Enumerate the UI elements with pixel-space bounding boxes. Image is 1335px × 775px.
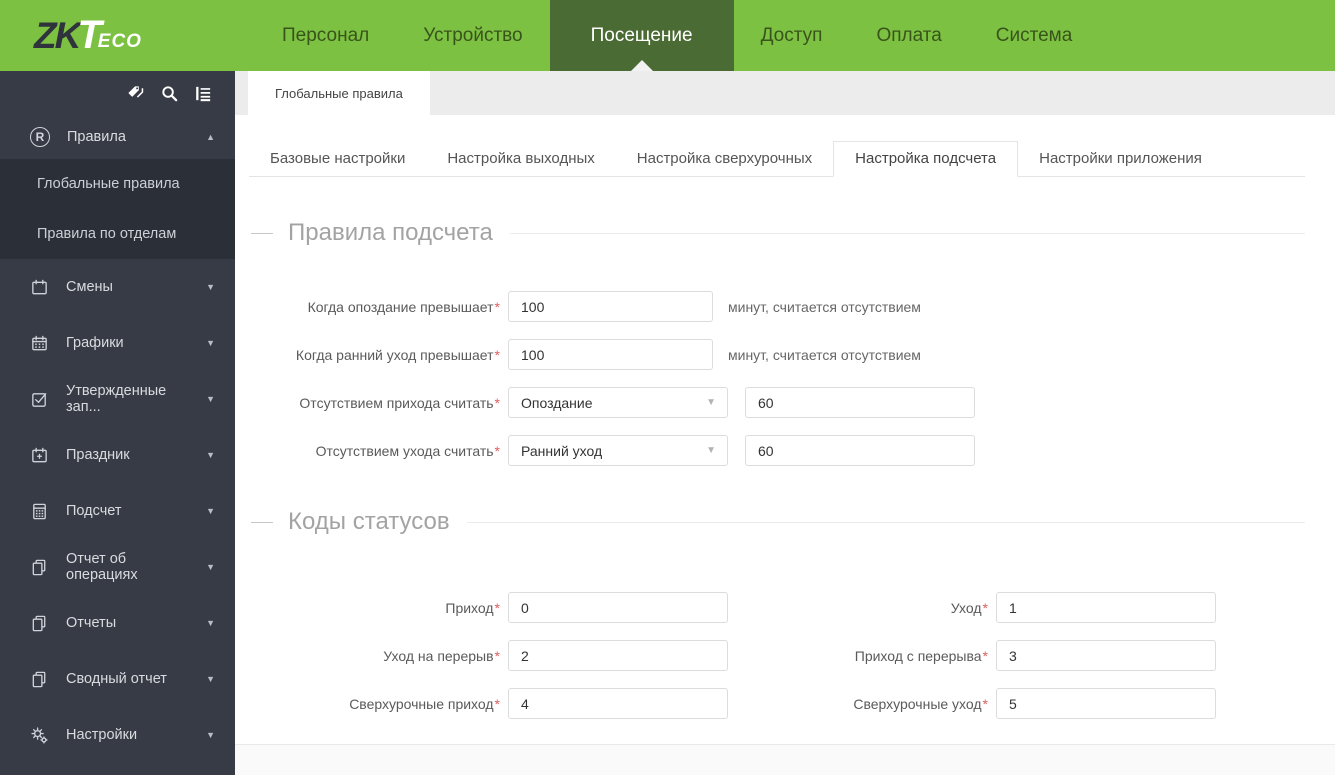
zkteco-logo: ZK T ECO xyxy=(0,0,235,71)
chevron-down-icon: ▼ xyxy=(706,397,716,408)
calculator-icon xyxy=(33,503,46,519)
required-asterisk: * xyxy=(494,346,500,363)
checkin-code-input[interactable] xyxy=(508,592,728,623)
report-pages-icon xyxy=(32,615,46,631)
form-row-no-checkin: Отсутствием прихода считать* Опоздание ▼ xyxy=(235,387,1335,418)
report-pages-icon xyxy=(32,671,46,687)
content-area: Базовые настройки Настройка выходных Нас… xyxy=(235,115,1335,775)
sidebar-item-holiday[interactable]: Праздник ▼ xyxy=(0,427,235,483)
section-title-calc-rules: Правила подсчета xyxy=(251,219,1305,247)
required-asterisk: * xyxy=(494,394,500,411)
subtab-weekend-settings[interactable]: Настройка выходных xyxy=(426,142,615,176)
list-panel-icon[interactable] xyxy=(194,84,213,103)
sidebar-item-summary-report[interactable]: Сводный отчет ▼ xyxy=(0,651,235,707)
section-title-status-codes: Коды статусов xyxy=(251,508,1305,536)
break-out-code-input[interactable] xyxy=(508,640,728,671)
chevron-down-icon: ▼ xyxy=(206,338,215,348)
logo-text-zk: ZK xyxy=(34,14,81,56)
sidebar-item-global-rules[interactable]: Глобальные правила xyxy=(0,159,235,209)
main-nav: Персонал Устройство Посещение Доступ Опл… xyxy=(255,0,1099,71)
subtab-calculation-settings[interactable]: Настройка подсчета xyxy=(833,141,1019,177)
subtab-basic-settings[interactable]: Базовые настройки xyxy=(249,142,426,176)
chevron-down-icon: ▼ xyxy=(206,394,215,404)
checkout-code-input[interactable] xyxy=(996,592,1216,623)
active-tab-pointer xyxy=(630,60,653,71)
report-pages-icon xyxy=(32,559,46,575)
chevron-down-icon: ▼ xyxy=(206,506,215,516)
no-checkout-select[interactable]: Ранний уход ▼ xyxy=(508,435,728,466)
required-asterisk: * xyxy=(494,298,500,315)
nav-item-system[interactable]: Система xyxy=(969,0,1100,71)
calendar-plus-icon xyxy=(32,447,47,462)
overtime-out-code-input[interactable] xyxy=(996,688,1216,719)
subtab-app-settings[interactable]: Настройки приложения xyxy=(1018,142,1223,176)
no-checkin-select[interactable]: Опоздание ▼ xyxy=(508,387,728,418)
logo-text-t: T xyxy=(77,13,101,57)
chevron-down-icon: ▼ xyxy=(206,730,215,740)
nav-item-access[interactable]: Доступ xyxy=(734,0,850,71)
sidebar-item-department-rules[interactable]: Правила по отделам xyxy=(0,209,235,259)
form-row-late-exceeds: Когда опоздание превышает* минут, считае… xyxy=(235,291,1335,322)
top-header: ZK T ECO Персонал Устройство Посещение Дос… xyxy=(0,0,1335,71)
sidebar-item-rules[interactable]: R Правила ▲ xyxy=(0,115,235,159)
sidebar-item-reports[interactable]: Отчеты ▼ xyxy=(0,595,235,651)
calendar-icon xyxy=(32,279,47,294)
chevron-down-icon: ▼ xyxy=(206,562,215,572)
nav-item-attendance[interactable]: Посещение xyxy=(549,0,734,71)
sidebar: R Правила ▲ Глобальные правила Правила п… xyxy=(0,71,235,775)
sidebar-item-settings[interactable]: Настройки ▼ xyxy=(0,707,235,763)
overtime-in-code-input[interactable] xyxy=(508,688,728,719)
sidebar-item-approved-requests[interactable]: Утвержденные зап... ▼ xyxy=(0,371,235,427)
sidebar-item-transaction-report[interactable]: Отчет об операциях ▼ xyxy=(0,539,235,595)
chevron-down-icon: ▼ xyxy=(206,674,215,684)
early-leave-exceeds-input[interactable] xyxy=(508,339,713,370)
minutes-absence-suffix: минут, считается отсутствием xyxy=(728,298,921,315)
chevron-down-icon: ▼ xyxy=(206,282,215,292)
sidebar-item-calculation[interactable]: Подсчет ▼ xyxy=(0,483,235,539)
tag-icon[interactable] xyxy=(126,84,145,103)
chevron-down-icon: ▼ xyxy=(206,618,215,628)
sidebar-toolbar xyxy=(0,71,235,115)
calendar-grid-icon xyxy=(32,335,47,350)
no-checkout-minutes-input[interactable] xyxy=(745,435,975,466)
chevron-down-icon: ▼ xyxy=(706,445,716,456)
zkteco-attendance-page: ZK T ECO Персонал Устройство Посещение Дос… xyxy=(0,0,1335,775)
sidebar-item-shifts[interactable]: Смены ▼ xyxy=(0,259,235,315)
no-checkin-minutes-input[interactable] xyxy=(745,387,975,418)
subtab-overtime-settings[interactable]: Настройка сверхурочных xyxy=(616,142,833,176)
sidebar-item-label: Правила xyxy=(67,129,126,145)
chevron-down-icon: ▼ xyxy=(206,450,215,460)
rules-icon: R xyxy=(30,127,50,147)
break-in-code-input[interactable] xyxy=(996,640,1216,671)
page-tab-bar: Глобальные правила xyxy=(235,71,1335,115)
main-panel: Глобальные правила Базовые настройки Нас… xyxy=(235,71,1335,775)
page-tab-global-rules[interactable]: Глобальные правила xyxy=(248,71,430,115)
logo-text-eco: ECO xyxy=(97,30,142,52)
gears-icon xyxy=(31,726,48,744)
late-exceeds-input[interactable] xyxy=(508,291,713,322)
search-icon[interactable] xyxy=(160,84,179,103)
status-row-overtime: Сверхурочные приход* Сверхурочные уход* xyxy=(235,688,1335,719)
required-asterisk: * xyxy=(494,442,500,459)
nav-item-payment[interactable]: Оплата xyxy=(849,0,968,71)
minutes-absence-suffix: минут, считается отсутствием xyxy=(728,346,921,363)
rules-submenu: Глобальные правила Правила по отделам xyxy=(0,159,235,259)
form-row-no-checkout: Отсутствием ухода считать* Ранний уход ▼ xyxy=(235,435,1335,466)
nav-item-device[interactable]: Устройство xyxy=(396,0,549,71)
form-row-early-leave-exceeds: Когда ранний уход превышает* минут, счит… xyxy=(235,339,1335,370)
status-row-checkin-checkout: Приход* Уход* xyxy=(235,592,1335,623)
nav-item-personnel[interactable]: Персонал xyxy=(255,0,396,71)
content-footer xyxy=(235,744,1335,775)
status-row-break: Уход на перерыв* Приход с перерыва* xyxy=(235,640,1335,671)
sidebar-item-schedules[interactable]: Графики ▼ xyxy=(0,315,235,371)
chevron-up-icon: ▲ xyxy=(206,132,215,142)
settings-subtabs: Базовые настройки Настройка выходных Нас… xyxy=(249,141,1305,177)
checkbox-icon xyxy=(32,392,47,407)
